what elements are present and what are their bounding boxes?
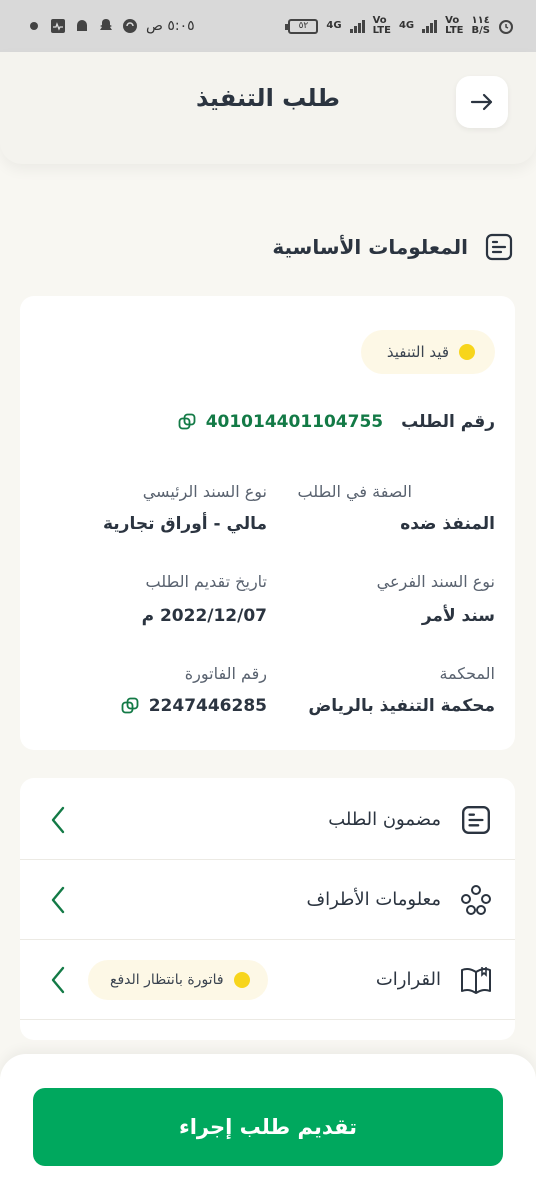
nav-item-parties-info[interactable]: معلومات الأطراف [20, 860, 515, 940]
section-title-text: المعلومات الأساسية [272, 235, 468, 259]
signal-icon [349, 19, 365, 33]
copy-icon[interactable] [121, 697, 139, 715]
details-nav-list: مضمون الطلب معلومات الأطراف القرارات فات… [20, 778, 515, 1040]
sub-doc-value: سند لأمر [421, 606, 495, 626]
invoice-pending-text: فاتورة بانتظار الدفع [110, 972, 224, 988]
submit-action-request-button[interactable]: تقديم طلب إجراء [33, 1088, 503, 1166]
data-speed: ١١٤ B/S [471, 15, 490, 36]
activity-icon [50, 18, 66, 34]
status-right-icons: ٥:٠٥ ص [26, 18, 195, 34]
volte-label-1: Vo LTE [372, 15, 391, 36]
invoice-pending-badge: فاتورة بانتظار الدفع [88, 960, 268, 1000]
request-number-row: رقم الطلب 401014401104755 [178, 412, 495, 432]
nav-item-request-content[interactable]: مضمون الطلب [20, 780, 515, 860]
app-header: طلب التنفيذ [0, 52, 536, 164]
battery-icon: ٥٢ [285, 18, 319, 34]
chevron-left-icon [51, 886, 65, 914]
arrow-right-icon [470, 93, 493, 111]
chevron-left-icon [51, 966, 65, 994]
main-doc-value: مالي - أوراق تجارية [102, 514, 267, 534]
invoice-number: 2247446285 [121, 696, 267, 716]
alarm-icon [498, 18, 514, 34]
network-4g-2: 4G [398, 20, 415, 31]
basic-info-card: قيد التنفيذ رقم الطلب 401014401104755 ال… [20, 296, 515, 750]
status-badge-text: قيد التنفيذ [386, 343, 449, 361]
back-button[interactable] [456, 76, 508, 128]
date-value: 2022/12/07 م [141, 606, 267, 626]
network-4g-1: 4G [326, 20, 342, 31]
status-left-icons: ٥٢ 4G Vo LTE 4G Vo LTE ١١٤ B/S [285, 15, 514, 36]
chevron-left-icon [51, 806, 65, 834]
main-doc-label: نوع السند الرئيسي [142, 482, 267, 501]
battery-level: ٥٢ [298, 20, 309, 31]
sub-doc-label: نوع السند الفرعي [376, 572, 495, 591]
status-badge: قيد التنفيذ [360, 330, 495, 374]
status-dot-icon [233, 972, 250, 988]
invoice-label: رقم الفاتورة [184, 664, 267, 683]
nav-item-label: معلومات الأطراف [306, 889, 441, 910]
role-value: المنفذ ضده [400, 514, 495, 534]
nav-item-label: القرارات [375, 969, 441, 990]
request-number: 401014401104755 [178, 412, 383, 432]
nav-item-decisions[interactable]: القرارات فاتورة بانتظار الدفع [20, 940, 515, 1020]
volte-label-2: Vo LTE [445, 15, 464, 36]
court-value: محكمة التنفيذ بالرياض [308, 696, 495, 716]
book-icon [459, 963, 493, 997]
invoice-number-value: 2247446285 [148, 696, 267, 716]
status-dot-icon [459, 344, 475, 360]
nav-item-label: مضمون الطلب [328, 809, 441, 830]
copy-icon[interactable] [178, 413, 196, 431]
bottom-action-bar: تقديم طلب إجراء [0, 1054, 536, 1200]
dot-icon [26, 18, 42, 34]
sync-icon [122, 18, 138, 34]
signal-icon [422, 19, 438, 33]
role-label: الصفة في الطلب [297, 482, 412, 501]
court-label: المحكمة [439, 664, 495, 683]
section-title: المعلومات الأساسية [272, 232, 514, 262]
clock-time: ٥:٠٥ ص [146, 18, 195, 34]
status-bar: ٥٢ 4G Vo LTE 4G Vo LTE ١١٤ B/S ٥:٠٥ ص [0, 0, 536, 52]
people-icon [459, 883, 493, 917]
document-icon [459, 803, 493, 837]
android-icon [74, 18, 90, 34]
date-label: تاريخ تقديم الطلب [145, 572, 267, 591]
snapchat-icon [98, 18, 114, 34]
request-number-label: رقم الطلب [401, 412, 495, 432]
request-number-value: 401014401104755 [205, 412, 384, 432]
document-icon [485, 233, 513, 261]
